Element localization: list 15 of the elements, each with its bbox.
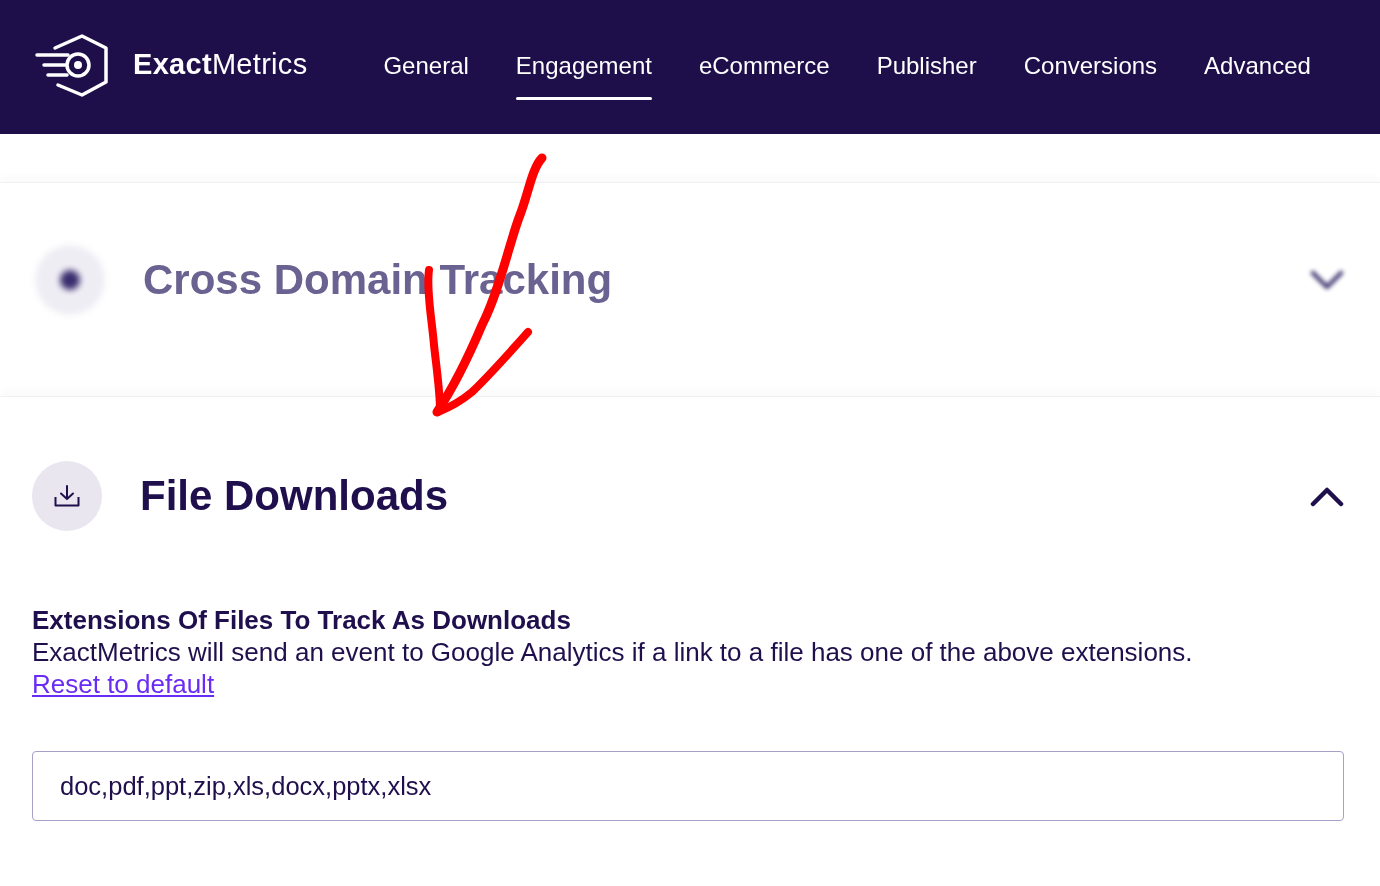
section-title: File Downloads <box>140 471 450 521</box>
logo-icon <box>35 33 108 97</box>
nav-tab[interactable]: Engagement <box>509 34 658 100</box>
nav-tab[interactable]: General <box>377 34 475 100</box>
nav-tab[interactable]: Conversions <box>1017 34 1164 100</box>
nav-tab[interactable]: Publisher <box>870 34 983 100</box>
setting-description: ExactMetrics will send an event to Google Analytics if a link to a file has one of the above extensions. Reset to default <box>32 636 1194 700</box>
nav-tab[interactable]: eCommerce <box>692 34 836 100</box>
reset-link[interactable]: Reset to default <box>32 669 215 699</box>
nav-tab[interactable]: Advanced <box>1198 34 1317 100</box>
chevron-up-icon[interactable] <box>1310 485 1344 507</box>
logo-text: ExactMetrics <box>133 47 308 81</box>
chevron-down-icon[interactable] <box>1310 269 1344 291</box>
setting-label: Extensions Of Files To Track As Downloads <box>32 604 572 636</box>
extensions-input[interactable]: doc,pdf,ppt,zip,xls,docx,pptx,xlsx <box>32 751 1344 821</box>
